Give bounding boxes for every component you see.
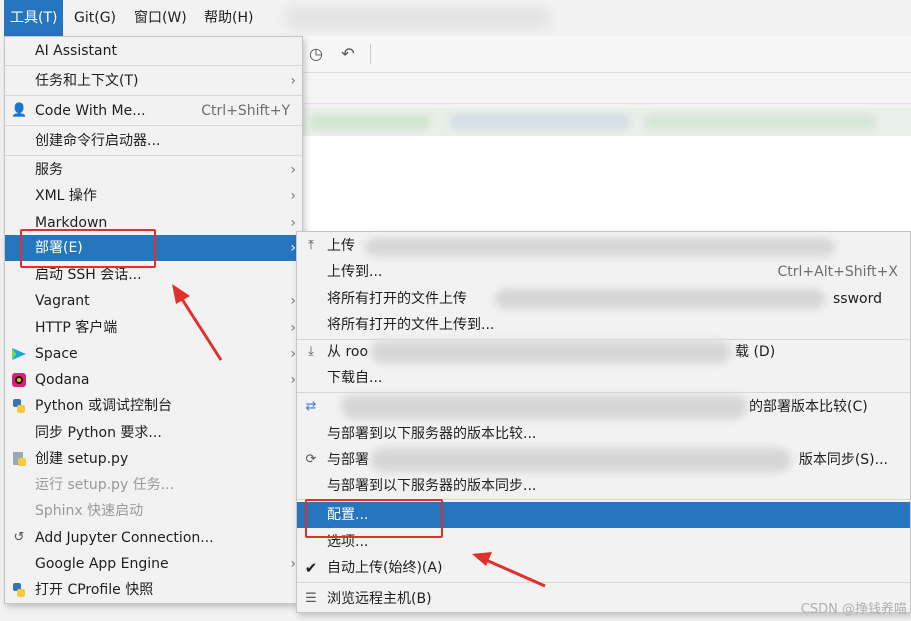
- arrow-head-icon: [172, 284, 190, 304]
- annotation-arrow-1: [178, 295, 223, 361]
- annotation-arrows: [172, 284, 546, 588]
- arrow-head-icon: [472, 552, 492, 566]
- watermark: CSDN @挣钱养喵: [800, 602, 907, 617]
- annotation-arrow-2: [485, 558, 546, 588]
